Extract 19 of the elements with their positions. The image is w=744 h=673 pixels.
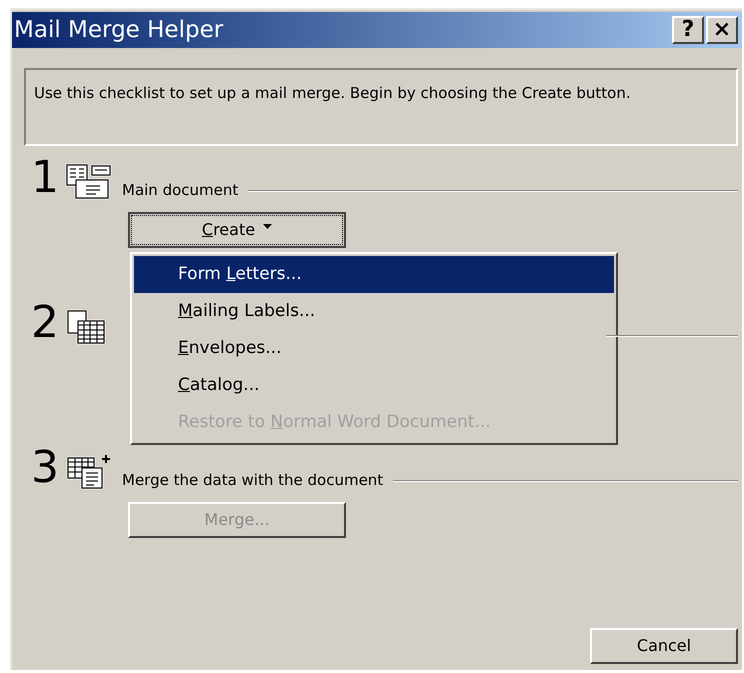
step-label: Merge the data with the document bbox=[122, 473, 384, 488]
instructions-text: Use this checklist to set up a mail merge. Begin by choosing the Create button. bbox=[34, 83, 632, 104]
close-button[interactable]: × bbox=[706, 16, 738, 44]
document-envelope-icon bbox=[66, 164, 112, 200]
menu-item[interactable]: Form Letters... bbox=[134, 256, 614, 293]
create-dropdown-button[interactable]: Create bbox=[128, 212, 346, 248]
step-number: 2 bbox=[30, 301, 60, 345]
caret-icon bbox=[263, 224, 272, 228]
menu-item[interactable]: Envelopes... bbox=[134, 330, 614, 367]
help-button[interactable]: ? bbox=[672, 16, 704, 44]
cancel-button[interactable]: Cancel bbox=[590, 628, 738, 664]
table-document-plus-icon bbox=[66, 454, 112, 490]
menu-item[interactable]: Mailing Labels... bbox=[134, 293, 614, 330]
step-label: Main document bbox=[122, 183, 238, 198]
menu-item[interactable]: Catalog... bbox=[134, 367, 614, 404]
window-title: Mail Merge Helper bbox=[14, 18, 224, 42]
step-number: 3 bbox=[30, 446, 60, 490]
step-number: 1 bbox=[30, 156, 60, 200]
data-sheet-icon bbox=[66, 309, 106, 345]
